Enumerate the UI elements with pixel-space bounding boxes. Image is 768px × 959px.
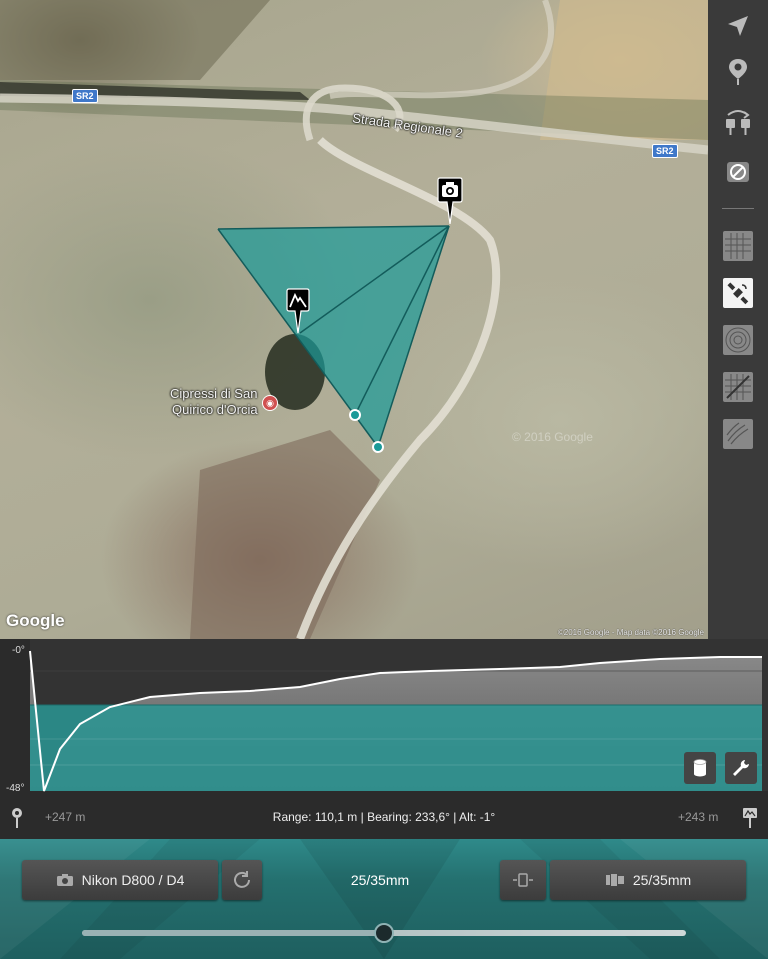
profile-top-angle: -0°	[12, 645, 25, 656]
end-pin-icon[interactable]	[742, 807, 758, 829]
range-bearing-info: Range: 110,1 m | Bearing: 233,6° | Alt: …	[272, 810, 496, 824]
satellite-layer-icon[interactable]	[720, 275, 756, 311]
focal-length-display: 25/35mm	[350, 872, 410, 888]
contour-layer-icon[interactable]	[720, 322, 756, 358]
info-bar: +247 m Range: 110,1 m | Bearing: 233,6° …	[0, 799, 768, 839]
pin-icon[interactable]	[720, 54, 756, 90]
lens-icon	[605, 874, 624, 886]
app-root: Strada Regionale 2 SR2 SR2 Cipressi di S…	[0, 0, 768, 959]
focal-slider-fill	[82, 930, 384, 936]
road-shield: SR2	[652, 144, 678, 158]
map-overlay	[0, 0, 708, 639]
camera-pin-icon[interactable]	[436, 176, 464, 224]
wrench-tool-icon[interactable]	[725, 752, 757, 784]
satellite-map[interactable]: Strada Regionale 2 SR2 SR2 Cipressi di S…	[0, 0, 708, 639]
poi-photo-icon[interactable]: ◉	[262, 395, 278, 411]
map-attribution: ©2016 Google - Map data ©2016 Google	[557, 628, 704, 637]
profile-bottom-angle: -48°	[6, 783, 25, 794]
end-elevation: +243 m	[678, 810, 719, 824]
map-watermark: © 2016 Google	[512, 430, 593, 444]
lens-select-button[interactable]: 25/35mm	[550, 860, 746, 900]
elevation-profile[interactable]: -0° -48°	[0, 639, 768, 799]
poi-label-line2: Quirico d'Orcia	[172, 402, 258, 417]
hybrid-grid-layer-icon[interactable]	[720, 369, 756, 405]
map-tools-sidebar	[708, 0, 768, 639]
subject-mountain-pin-icon[interactable]	[285, 287, 311, 335]
terrain-grid-layer-icon[interactable]	[720, 228, 756, 264]
sensor-icon	[513, 873, 533, 887]
camera-select-label: Nikon D800 / D4	[81, 872, 185, 888]
google-logo: Google	[6, 611, 65, 630]
camera-select-button[interactable]: Nikon D800 / D4	[22, 860, 218, 900]
sensor-size-button[interactable]	[500, 860, 546, 900]
lens-select-label: 25/35mm	[632, 872, 692, 888]
sidebar-divider	[722, 208, 754, 209]
swap-pins-icon[interactable]	[720, 104, 756, 140]
road-shield: SR2	[72, 89, 98, 103]
cylinder-tool-icon[interactable]	[684, 752, 716, 784]
rotate-icon	[234, 871, 250, 888]
location-arrow-icon[interactable]	[720, 8, 756, 44]
profile-chart	[29, 639, 768, 792]
rotate-button[interactable]	[222, 860, 262, 900]
focal-slider-thumb[interactable]	[374, 923, 394, 943]
poi-label-line1: Cipressi di San	[170, 386, 258, 401]
camera-icon	[56, 874, 73, 886]
clear-icon[interactable]	[720, 154, 756, 190]
topo-layer-icon[interactable]	[720, 416, 756, 452]
